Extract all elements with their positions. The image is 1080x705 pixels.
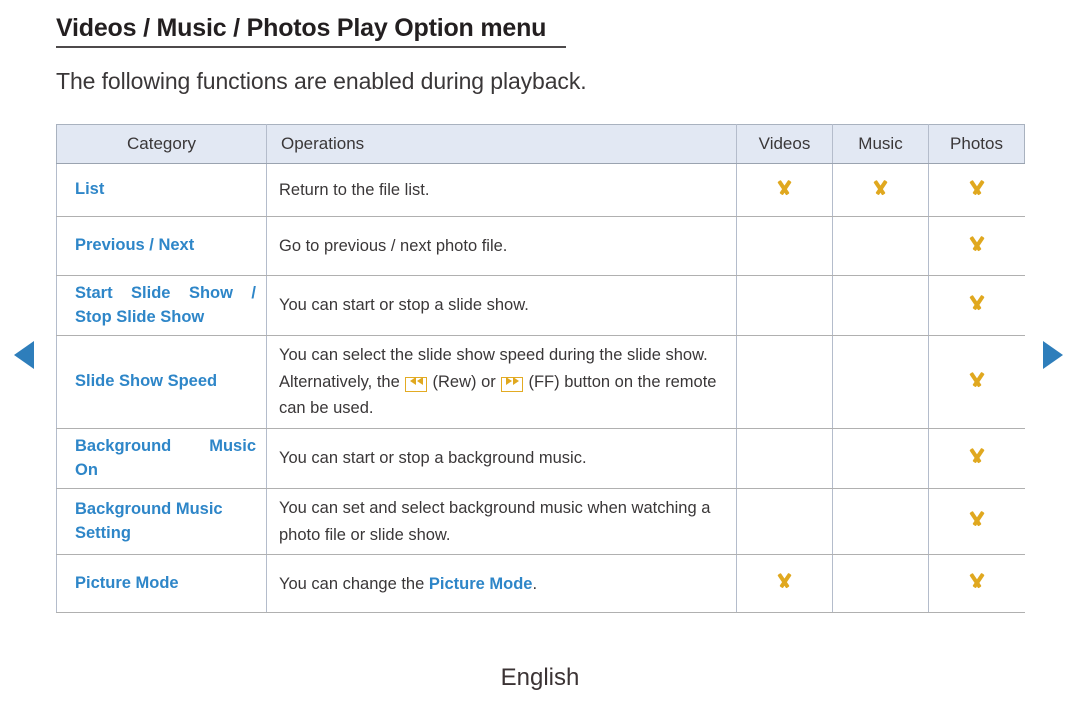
page-title: Videos / Music / Photos Play Option menu: [56, 14, 547, 42]
column-header-videos: Videos: [736, 124, 833, 164]
support-cell-photos: [928, 275, 1025, 336]
category-label: List: [56, 163, 267, 217]
support-cell-music: [832, 275, 929, 336]
operations-description: You can change the Picture Mode.: [266, 554, 737, 614]
category-label: Picture Mode: [56, 554, 267, 614]
operations-description: You can start or stop a background music…: [266, 428, 737, 489]
support-cell-videos: [736, 428, 833, 489]
support-cell-videos: [736, 335, 833, 430]
check-chevron-icon: [964, 236, 990, 252]
support-cell-music: [832, 163, 929, 217]
manual-page: Videos / Music / Photos Play Option menu…: [0, 0, 1080, 705]
triangle-right-icon[interactable]: [1043, 341, 1063, 369]
support-cell-photos: [928, 163, 1025, 217]
table-row: Slide Show Speed You can select the slide…: [56, 335, 1025, 430]
check-chevron-icon: [964, 180, 990, 196]
table-row: Background Music On You can start or stop …: [56, 428, 1025, 489]
support-cell-videos: [736, 163, 833, 217]
support-cell-photos: [928, 428, 1025, 489]
category-label: Start Slide Show / Stop Slide Show: [56, 275, 267, 336]
title-underline: [56, 46, 566, 48]
operations-description: You can set and select background music …: [266, 488, 737, 556]
category-label: Previous / Next: [56, 216, 267, 276]
support-cell-photos: [928, 488, 1025, 556]
triangle-left-icon[interactable]: [14, 341, 34, 369]
column-header-operations: Operations: [266, 124, 737, 164]
play-option-table-wrapper: Category Operations Videos Music Photos …: [56, 124, 1025, 614]
footer-language: English: [500, 664, 580, 691]
support-cell-videos: [736, 216, 833, 276]
check-chevron-icon: [964, 511, 990, 527]
check-chevron-icon: [868, 180, 894, 196]
operations-description: Return to the file list.: [266, 163, 737, 217]
play-option-table: Category Operations Videos Music Photos …: [56, 124, 1025, 614]
column-header-category: Category: [56, 124, 267, 164]
rewind-button-icon: [405, 377, 427, 393]
category-label: Background Music On: [56, 428, 267, 489]
support-cell-music: [832, 554, 929, 614]
fast-forward-button-icon: [501, 377, 523, 393]
inline-menu-reference: Picture Mode: [428, 574, 533, 593]
operations-description: You can select the slide show speed duri…: [266, 335, 737, 430]
check-chevron-icon: [964, 573, 990, 589]
table-row: Background Music Setting You can set and s…: [56, 488, 1025, 556]
table-row: List Return to the file list.: [56, 163, 1025, 217]
check-chevron-icon: [772, 573, 798, 589]
check-chevron-icon: [772, 180, 798, 196]
category-label: Slide Show Speed: [56, 335, 267, 430]
page-subtitle: The following functions are enabled duri…: [56, 68, 587, 94]
support-cell-photos: [928, 554, 1025, 614]
table-row: Picture Mode You can change the Picture M…: [56, 554, 1025, 614]
table-header: Category Operations Videos Music Photos: [56, 124, 1025, 164]
check-chevron-icon: [964, 295, 990, 311]
support-cell-videos: [736, 275, 833, 336]
category-label: Background Music Setting: [56, 488, 267, 556]
operations-description: Go to previous / next photo file.: [266, 216, 737, 276]
support-cell-music: [832, 488, 929, 556]
check-chevron-icon: [964, 372, 990, 388]
support-cell-videos: [736, 488, 833, 556]
support-cell-music: [832, 335, 929, 430]
support-cell-videos: [736, 554, 833, 614]
column-header-music: Music: [832, 124, 929, 164]
support-cell-music: [832, 216, 929, 276]
check-chevron-icon: [964, 448, 990, 464]
support-cell-photos: [928, 216, 1025, 276]
column-header-photos: Photos: [928, 124, 1025, 164]
support-cell-photos: [928, 335, 1025, 430]
table-row: Previous / Next Go to previous / next pho…: [56, 216, 1025, 276]
table-body: List Return to the file list. Previous / N…: [56, 163, 1025, 614]
table-row: Start Slide Show / Stop Slide Show You can…: [56, 275, 1025, 336]
support-cell-music: [832, 428, 929, 489]
table-header-row: Category Operations Videos Music Photos: [56, 124, 1025, 164]
operations-description: You can start or stop a slide show.: [266, 275, 737, 336]
